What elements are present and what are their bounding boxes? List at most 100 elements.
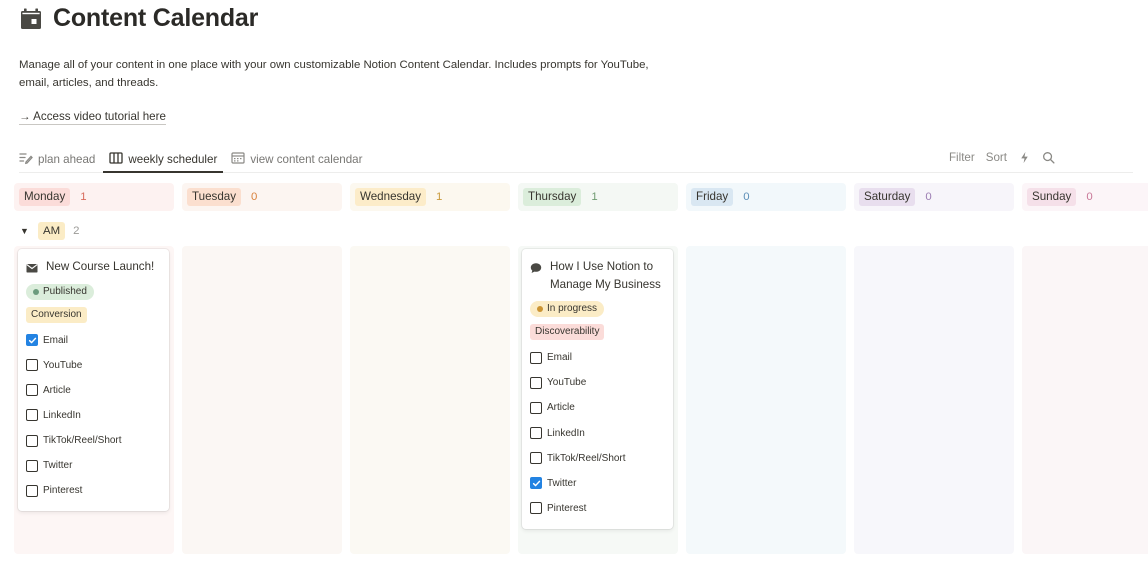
checkbox-label: TikTok/Reel/Short [43, 435, 122, 447]
search-icon[interactable] [1042, 151, 1055, 164]
status-label: In progress [547, 303, 598, 315]
board-column-headers: Monday 1 Tuesday 0 Wednesday 1 Thursday … [14, 183, 1148, 211]
day-pill: Tuesday [187, 188, 242, 206]
checklist-item: Article [26, 378, 161, 403]
checkbox[interactable] [26, 359, 38, 372]
day-pill: Monday [19, 188, 71, 206]
column-sunday[interactable] [1022, 246, 1148, 554]
checkbox[interactable] [530, 452, 542, 465]
column-wednesday[interactable] [350, 246, 510, 554]
calendar-icon[interactable] [19, 7, 43, 31]
checkbox[interactable] [530, 401, 542, 414]
column-header-tuesday[interactable]: Tuesday 0 [182, 183, 342, 211]
column-friday[interactable] [686, 246, 846, 554]
platform-checklist: Email YouTube Article LinkedIn TikTok/Re… [26, 328, 161, 504]
checkbox-label: Article [547, 402, 575, 414]
video-tutorial-link[interactable]: → Access video tutorial here [19, 110, 166, 125]
checkbox[interactable] [530, 427, 542, 440]
envelope-icon [26, 261, 38, 273]
sort-button[interactable]: Sort [986, 151, 1007, 164]
card-title: How I Use Notion to Manage My Business [550, 260, 661, 291]
checkbox[interactable] [26, 484, 38, 497]
card-new-course-launch[interactable]: New Course Launch! Published Conversion … [18, 249, 169, 512]
card-how-i-use-notion[interactable]: How I Use Notion to Manage My Business I… [522, 249, 673, 529]
checkbox[interactable] [26, 434, 38, 447]
status-badge: Published [26, 283, 94, 300]
checkbox-label: Email [547, 352, 573, 364]
day-pill: Thursday [523, 188, 582, 206]
status-dot [537, 306, 543, 313]
group-count: 2 [73, 225, 80, 237]
checklist-item: LinkedIn [26, 403, 161, 428]
tab-view-content-calendar[interactable]: view content calendar [231, 145, 362, 173]
checklist-item: Pinterest [530, 496, 665, 521]
checkbox[interactable] [26, 384, 38, 397]
group-header-am: ▼ AM 2 [20, 222, 79, 240]
checklist-item: Article [530, 395, 665, 420]
checkbox-label: Article [43, 384, 71, 396]
tab-label: plan ahead [38, 152, 96, 166]
tab-label: view content calendar [250, 152, 363, 166]
status-dot [33, 288, 39, 295]
card-title: New Course Launch! [46, 260, 155, 273]
goal-tag: Conversion [26, 306, 87, 323]
checkbox-label: Twitter [547, 477, 577, 489]
checkbox-label: Email [43, 334, 69, 346]
list-edit-icon [19, 151, 33, 168]
column-header-sunday[interactable]: Sunday 0 [1022, 183, 1148, 211]
checklist-item: Email [26, 328, 161, 353]
checklist-item: YouTube [26, 353, 161, 378]
tab-weekly-scheduler[interactable]: weekly scheduler [103, 145, 224, 173]
checkbox[interactable] [530, 477, 542, 490]
collapse-toggle-icon[interactable]: ▼ [20, 226, 30, 236]
speech-bubble-icon [530, 261, 542, 273]
column-header-monday[interactable]: Monday 1 [14, 183, 174, 211]
checklist-item: YouTube [530, 370, 665, 395]
checkbox-label: LinkedIn [43, 409, 81, 421]
column-tuesday[interactable] [182, 246, 342, 554]
column-header-wednesday[interactable]: Wednesday 1 [350, 183, 510, 211]
day-pill: Saturday [859, 188, 916, 206]
day-count: 0 [1086, 191, 1093, 203]
day-count: 1 [80, 191, 87, 203]
checkbox-label: Pinterest [547, 502, 587, 514]
column-monday[interactable]: New Course Launch! Published Conversion … [14, 246, 174, 554]
day-count: 0 [743, 191, 750, 203]
checkbox[interactable] [530, 351, 542, 364]
lightning-icon[interactable] [1018, 151, 1031, 164]
checkbox-label: LinkedIn [547, 427, 585, 439]
checklist-item: LinkedIn [530, 420, 665, 445]
column-saturday[interactable] [854, 246, 1014, 554]
checkbox-label: Pinterest [43, 485, 83, 497]
tab-label: weekly scheduler [128, 152, 218, 166]
board-columns: New Course Launch! Published Conversion … [14, 246, 1148, 554]
column-header-thursday[interactable]: Thursday 1 [518, 183, 678, 211]
checkbox-label: TikTok/Reel/Short [547, 452, 626, 464]
page-header: Content Calendar [19, 4, 258, 33]
checklist-item: Twitter [26, 453, 161, 478]
checkbox[interactable] [26, 334, 38, 347]
filter-button[interactable]: Filter [949, 151, 975, 164]
checkbox[interactable] [26, 459, 38, 472]
checkbox-label: Twitter [43, 460, 73, 472]
column-header-friday[interactable]: Friday 0 [686, 183, 846, 211]
checklist-item: TikTok/Reel/Short [530, 446, 665, 471]
column-thursday[interactable]: How I Use Notion to Manage My Business I… [518, 246, 678, 554]
day-count: 0 [925, 191, 932, 203]
page-description: Manage all of your content in one place … [19, 59, 649, 89]
column-header-saturday[interactable]: Saturday 0 [854, 183, 1014, 211]
checklist-item: Email [530, 345, 665, 370]
checkbox[interactable] [26, 409, 38, 422]
status-label: Published [43, 285, 87, 297]
day-count: 0 [251, 191, 258, 203]
group-label: AM [38, 222, 66, 240]
checkbox[interactable] [530, 376, 542, 389]
status-badge: In progress [530, 301, 605, 318]
page-title: Content Calendar [53, 4, 259, 32]
day-pill: Friday [691, 188, 734, 206]
day-count: 1 [436, 191, 443, 203]
checkbox-label: YouTube [547, 377, 587, 389]
day-count: 1 [591, 191, 598, 203]
checkbox[interactable] [530, 502, 542, 515]
tab-plan-ahead[interactable]: plan ahead [19, 145, 95, 173]
